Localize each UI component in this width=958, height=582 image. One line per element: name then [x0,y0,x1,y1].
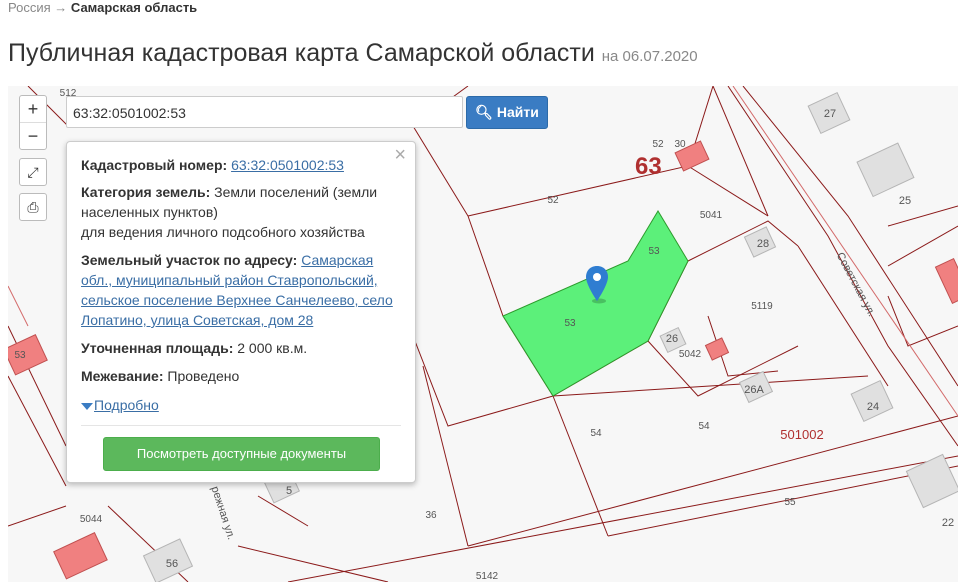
map-label: 53 [564,318,576,329]
land-use-value: для ведения личного подсобного хозяйства [81,224,365,240]
map-label: 28 [757,238,769,250]
survey-label: Межевание: [81,368,164,384]
map-label: 36 [425,510,437,521]
search-button-label: Найти [496,104,539,120]
cadastral-number-label: Кадастровый номер: [81,157,228,173]
more-details-label: Подробно [94,397,159,413]
breadcrumb: Россия → Самарская область [8,0,197,16]
survey-row: Межевание: Проведено [81,366,401,386]
cadastral-number-link[interactable]: 63:32:0501002:53 [231,157,344,173]
map-label: 24 [867,401,879,413]
land-category-row: Категория земель: Земли поселений (земли… [81,182,401,242]
map-label: 53 [648,246,660,257]
map-label: 22 [942,517,954,529]
map-label: 5142 [476,571,499,582]
expand-icon: ⤢ [27,164,39,180]
land-category-label: Категория земель: [81,184,211,200]
search-button[interactable]: 🔍︎ Найти [466,96,548,129]
view-documents-button[interactable]: Посмотреть доступные документы [103,437,380,471]
map-label: 53 [14,350,26,361]
more-details-link[interactable]: Подробно [81,395,159,415]
breadcrumb-root[interactable]: Россия [8,0,51,15]
map-label: 55 [784,497,796,508]
map-label: 5 [286,485,292,497]
map-label: 30 [674,139,686,150]
address-row: Земельный участок по адресу: Самарская о… [81,250,401,330]
survey-value: Проведено [167,368,240,384]
print-button[interactable]: ⎙ [19,193,47,221]
search-icon: 🔍︎ [475,104,493,120]
map-label: 5042 [679,349,702,360]
area-value: 2 000 кв.м. [237,340,308,356]
map-label: 56 [166,558,178,570]
page-title: Публичная кадастровая карта Самарской об… [8,38,698,72]
zoom-control: + − [19,95,47,150]
map-label: 54 [698,421,710,432]
map-label: 27 [824,108,836,120]
map-label: 5119 [751,301,773,312]
page-title-text: Публичная кадастровая карта Самарской об… [8,39,595,67]
divider [81,425,401,426]
zoom-in-button[interactable]: + [20,96,46,122]
map-label: 5041 [700,210,723,221]
fullscreen-button[interactable]: ⤢ [19,158,47,186]
map-label: 25 [899,195,911,207]
parcel-info-popup: × Кадастровый номер: 63:32:0501002:53 Ка… [66,141,416,483]
zoom-out-button[interactable]: − [20,122,46,149]
map-label: 26 [666,333,678,345]
caret-down-icon [81,402,93,410]
cadastral-block-number: 63 [635,153,662,180]
area-row: Уточненная площадь: 2 000 кв.м. [81,338,401,358]
address-label: Земельный участок по адресу: [81,252,298,268]
cadastral-number-row: Кадастровый номер: 63:32:0501002:53 [81,155,401,175]
map-label: 52 [652,139,664,150]
cadastral-search-input[interactable]: 63:32:0501002:53 [66,96,463,128]
printer-icon: ⎙ [27,199,39,215]
area-label: Уточненная площадь: [81,340,234,356]
page-date: на 06.07.2020 [601,48,698,65]
map-label: 5044 [80,514,103,525]
map-label: 26А [744,384,764,396]
breadcrumb-arrow: → [54,0,68,15]
map-label: 52 [547,195,559,206]
breadcrumb-current[interactable]: Самарская область [71,0,197,15]
cadastral-map[interactable]: 52 30 27 25 52 5041 28 53 53 5119 26 504… [8,86,958,582]
map-label: 54 [590,428,602,439]
map-label: 501002 [780,427,823,442]
